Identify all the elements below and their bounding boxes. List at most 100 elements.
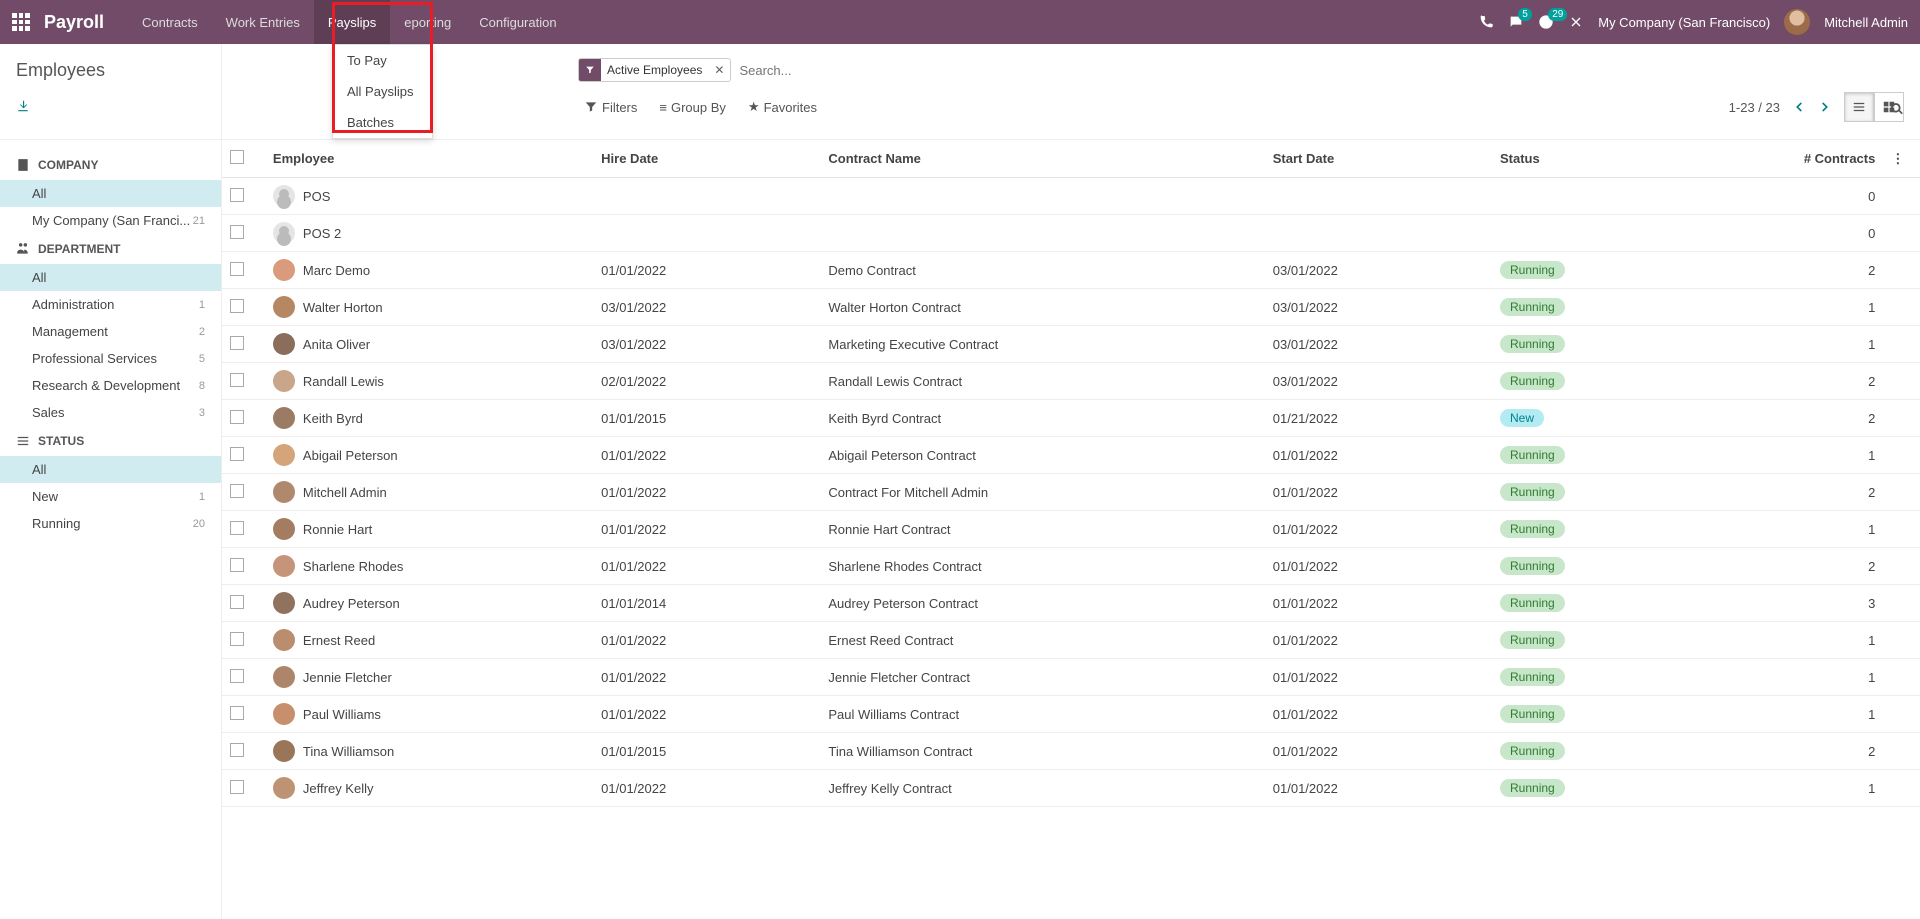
table-row[interactable]: Ernest Reed01/01/2022Ernest Reed Contrac… — [222, 622, 1920, 659]
table-row[interactable]: Walter Horton03/01/2022Walter Horton Con… — [222, 289, 1920, 326]
sidebar-item-management[interactable]: Management2 — [0, 318, 221, 345]
table-row[interactable]: Sharlene Rhodes01/01/2022Sharlene Rhodes… — [222, 548, 1920, 585]
phone-icon[interactable] — [1478, 14, 1494, 30]
table-row[interactable]: Randall Lewis02/01/2022Randall Lewis Con… — [222, 363, 1920, 400]
table-row[interactable]: POS0 — [222, 178, 1920, 215]
row-checkbox[interactable] — [230, 410, 244, 424]
hire-date: 01/01/2022 — [593, 659, 820, 696]
search-facet[interactable]: Active Employees ✕ — [578, 58, 731, 82]
filters-button[interactable]: Filters — [584, 99, 637, 115]
row-checkbox[interactable] — [230, 521, 244, 535]
sidebar-item-all[interactable]: All — [0, 180, 221, 207]
table-row[interactable]: Marc Demo01/01/2022Demo Contract03/01/20… — [222, 252, 1920, 289]
contracts-count: 2 — [1744, 363, 1883, 400]
table-row[interactable]: Ronnie Hart01/01/2022Ronnie Hart Contrac… — [222, 511, 1920, 548]
sidebar-item-new[interactable]: New1 — [0, 483, 221, 510]
sidebar-item-all[interactable]: All — [0, 264, 221, 291]
employee-name: Sharlene Rhodes — [303, 559, 403, 574]
row-checkbox[interactable] — [230, 373, 244, 387]
table-row[interactable]: POS 20 — [222, 215, 1920, 252]
table-row[interactable]: Tina Williamson01/01/2015Tina Williamson… — [222, 733, 1920, 770]
sidebar-item-sales[interactable]: Sales3 — [0, 399, 221, 426]
col-start-date[interactable]: Start Date — [1265, 140, 1492, 178]
dropdown-to-pay[interactable]: To Pay — [333, 45, 432, 76]
sidebar-item-professional-services[interactable]: Professional Services5 — [0, 345, 221, 372]
select-all-checkbox[interactable] — [230, 150, 244, 164]
col--contracts[interactable]: # Contracts — [1744, 140, 1883, 178]
col-options[interactable]: ⋮ — [1883, 140, 1920, 178]
company-name[interactable]: My Company (San Francisco) — [1598, 15, 1770, 30]
table-row[interactable]: Anita Oliver03/01/2022Marketing Executiv… — [222, 326, 1920, 363]
start-date: 01/21/2022 — [1265, 400, 1492, 437]
hire-date: 01/01/2022 — [593, 548, 820, 585]
menu-configuration[interactable]: Configuration — [465, 0, 570, 44]
activities-icon[interactable]: 29 — [1538, 14, 1554, 30]
table-row[interactable]: Paul Williams01/01/2022Paul Williams Con… — [222, 696, 1920, 733]
download-icon[interactable] — [16, 99, 30, 113]
pager-text[interactable]: 1-23 / 23 — [1729, 100, 1780, 115]
brand[interactable]: Payroll — [44, 12, 104, 33]
status: Running — [1492, 733, 1744, 770]
row-checkbox[interactable] — [230, 188, 244, 202]
table-row[interactable]: Audrey Peterson01/01/2014Audrey Peterson… — [222, 585, 1920, 622]
apps-icon[interactable] — [12, 13, 30, 31]
row-checkbox[interactable] — [230, 484, 244, 498]
menu-eporting[interactable]: eporting — [390, 0, 465, 44]
sidebar-item-administration[interactable]: Administration1 — [0, 291, 221, 318]
col-employee[interactable]: Employee — [265, 140, 593, 178]
user-avatar[interactable] — [1784, 9, 1810, 35]
status — [1492, 215, 1744, 252]
contract-name: Ronnie Hart Contract — [820, 511, 1264, 548]
employee-avatar — [273, 444, 295, 466]
close-icon[interactable] — [1568, 14, 1584, 30]
user-name[interactable]: Mitchell Admin — [1824, 15, 1908, 30]
row-checkbox[interactable] — [230, 299, 244, 313]
messages-icon[interactable]: 5 — [1508, 14, 1524, 30]
row-checkbox[interactable] — [230, 669, 244, 683]
row-checkbox[interactable] — [230, 780, 244, 794]
col-hire-date[interactable]: Hire Date — [593, 140, 820, 178]
pager-next-icon[interactable] — [1818, 100, 1832, 114]
page-title: Employees — [16, 60, 205, 81]
row-checkbox[interactable] — [230, 225, 244, 239]
table-row[interactable]: Mitchell Admin01/01/2022Contract For Mit… — [222, 474, 1920, 511]
status: Running — [1492, 474, 1744, 511]
table-row[interactable]: Jennie Fletcher01/01/2022Jennie Fletcher… — [222, 659, 1920, 696]
contract-name: Abigail Peterson Contract — [820, 437, 1264, 474]
table-row[interactable]: Keith Byrd01/01/2015Keith Byrd Contract0… — [222, 400, 1920, 437]
sidebar-item-my-company-san-franci-[interactable]: My Company (San Franci...21 — [0, 207, 221, 234]
start-date: 01/01/2022 — [1265, 437, 1492, 474]
row-checkbox[interactable] — [230, 336, 244, 350]
facet-remove[interactable]: ✕ — [708, 63, 730, 77]
row-checkbox[interactable] — [230, 558, 244, 572]
groupby-button[interactable]: ≡Group By — [659, 99, 726, 115]
search-icon[interactable] — [1890, 102, 1904, 116]
menu-work-entries[interactable]: Work Entries — [212, 0, 314, 44]
col-status[interactable]: Status — [1492, 140, 1744, 178]
row-checkbox[interactable] — [230, 706, 244, 720]
sidebar-item-all[interactable]: All — [0, 456, 221, 483]
row-checkbox[interactable] — [230, 262, 244, 276]
menu-contracts[interactable]: Contracts — [128, 0, 212, 44]
dropdown-all-payslips[interactable]: All Payslips — [333, 76, 432, 107]
pager-prev-icon[interactable] — [1792, 100, 1806, 114]
contracts-count: 0 — [1744, 215, 1883, 252]
dropdown-batches[interactable]: Batches — [333, 107, 432, 138]
row-checkbox[interactable] — [230, 447, 244, 461]
employee-name: POS — [303, 189, 330, 204]
hire-date: 02/01/2022 — [593, 363, 820, 400]
payslips-dropdown: To PayAll PayslipsBatches — [332, 44, 433, 139]
table-row[interactable]: Abigail Peterson01/01/2022Abigail Peters… — [222, 437, 1920, 474]
contracts-count: 1 — [1744, 289, 1883, 326]
favorites-button[interactable]: ★Favorites — [748, 99, 817, 115]
sidebar-item-research-development[interactable]: Research & Development8 — [0, 372, 221, 399]
row-checkbox[interactable] — [230, 743, 244, 757]
menu-payslips[interactable]: Payslips — [314, 0, 390, 44]
row-checkbox[interactable] — [230, 632, 244, 646]
search-input[interactable] — [739, 63, 1139, 78]
col-contract-name[interactable]: Contract Name — [820, 140, 1264, 178]
table-row[interactable]: Jeffrey Kelly01/01/2022Jeffrey Kelly Con… — [222, 770, 1920, 807]
sidebar-item-running[interactable]: Running20 — [0, 510, 221, 537]
list-view-button[interactable] — [1844, 92, 1874, 122]
row-checkbox[interactable] — [230, 595, 244, 609]
